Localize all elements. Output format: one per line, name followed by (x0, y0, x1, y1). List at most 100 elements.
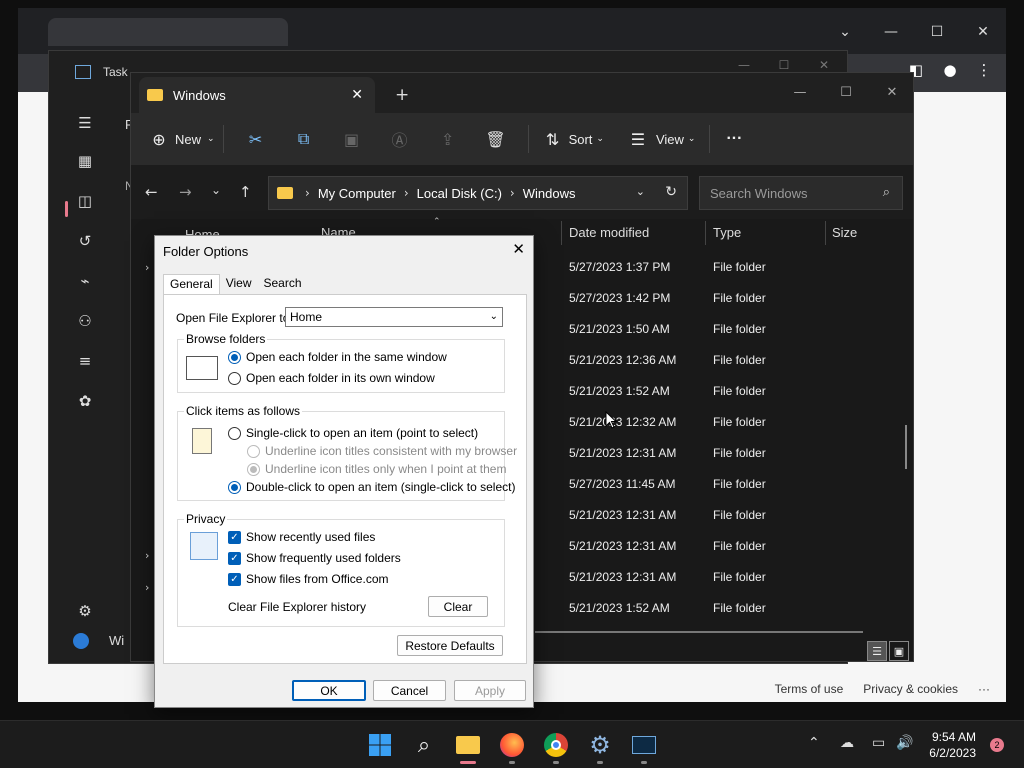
file-row[interactable]: 5/21/2023 12:36 AM File folder (569, 344, 766, 375)
new-button[interactable]: ⊕ New ⌄ (149, 123, 214, 155)
start-button[interactable] (366, 731, 394, 759)
settings-taskbar-button[interactable]: ⚙ (586, 731, 614, 759)
file-explorer-taskbar-button[interactable] (454, 731, 482, 759)
close-icon[interactable]: ✕ (512, 240, 525, 258)
share-icon[interactable]: ⇪ (424, 130, 472, 149)
file-row[interactable]: 5/27/2023 1:42 PM File folder (569, 282, 766, 313)
explorer-tab[interactable]: Windows ✕ (139, 77, 375, 113)
file-row[interactable]: 5/21/2023 1:52 AM File folder (569, 375, 766, 406)
minimize-icon[interactable]: — (868, 16, 914, 48)
file-row[interactable]: 5/21/2023 12:31 AM File folder (569, 530, 766, 561)
privacy-link[interactable]: Privacy & cookies (863, 682, 958, 696)
paste-icon[interactable]: ▣ (328, 130, 376, 149)
maximize-icon[interactable]: ☐ (823, 79, 869, 105)
chrome-taskbar-button[interactable] (542, 731, 570, 759)
more-icon[interactable]: ··· (978, 682, 990, 696)
rename-icon[interactable]: Ⓐ (376, 127, 424, 151)
double-click-radio[interactable]: Double-click to open an item (single-cli… (228, 480, 515, 494)
vertical-scrollbar[interactable] (905, 425, 907, 469)
chevron-down-icon[interactable]: ⌄ (636, 185, 645, 198)
clock[interactable]: 9:54 AM 6/2/2023 (929, 729, 976, 761)
task-manager-taskbar-button[interactable] (630, 731, 658, 759)
cloud-off-icon[interactable]: ☁ (840, 735, 854, 751)
tab-view[interactable]: View (220, 274, 258, 294)
browser-tab[interactable] (48, 18, 288, 46)
file-row[interactable]: 5/21/2023 12:31 AM File folder (569, 561, 766, 592)
underline-point-radio[interactable]: Underline icon titles only when I point … (247, 462, 506, 476)
expand-icon[interactable]: › (145, 261, 149, 274)
own-window-radio[interactable]: Open each folder in its own window (228, 371, 435, 385)
column-header-size[interactable]: Size (832, 225, 857, 240)
recent-files-checkbox[interactable]: ✓ Show recently used files (228, 530, 375, 544)
file-row[interactable]: 5/27/2023 11:45 AM File folder (569, 468, 766, 499)
copy-icon[interactable]: ⧉ (280, 129, 328, 149)
breadcrumb-my-computer[interactable]: My Computer (318, 186, 396, 201)
underline-browser-radio[interactable]: Underline icon titles consistent with my… (247, 444, 517, 458)
breadcrumb-windows[interactable]: Windows (523, 186, 576, 201)
volume-icon[interactable]: 🔊 (896, 735, 913, 751)
settings-icon[interactable]: ⚙ (75, 601, 95, 621)
back-icon[interactable]: ← (145, 183, 158, 201)
forward-icon[interactable]: → (179, 183, 192, 201)
up-icon[interactable]: ↑ (239, 183, 252, 201)
apply-button[interactable]: Apply (454, 680, 526, 701)
services-icon[interactable]: ✿ (75, 391, 95, 411)
clear-button[interactable]: Clear (428, 596, 488, 617)
hamburger-icon[interactable]: ☰ (75, 113, 95, 133)
menu-icon[interactable]: ⋮ (974, 60, 994, 80)
open-to-select[interactable]: Home ⌄ (285, 307, 503, 327)
firefox-taskbar-button[interactable] (498, 731, 526, 759)
new-tab-icon[interactable]: + (395, 85, 409, 105)
chevron-right-icon[interactable]: › (404, 186, 409, 200)
expand-icon[interactable]: › (145, 549, 149, 562)
chevron-right-icon[interactable]: › (305, 186, 310, 200)
notification-badge[interactable]: 2 (990, 738, 1004, 752)
chevron-right-icon[interactable]: › (510, 186, 515, 200)
processes-icon[interactable]: ▦ (75, 151, 95, 171)
cut-icon[interactable]: ✂ (232, 130, 280, 149)
file-row[interactable]: 5/21/2023 1:52 AM File folder (569, 592, 766, 623)
tiles-view-icon[interactable]: ▣ (889, 641, 909, 661)
file-row[interactable]: 5/21/2023 12:31 AM File folder (569, 499, 766, 530)
sort-button[interactable]: ⇅ Sort ⌄ (543, 123, 604, 155)
address-bar[interactable]: › My Computer › Local Disk (C:) › Window… (268, 176, 688, 210)
tab-general[interactable]: General (163, 274, 220, 294)
startup-icon[interactable]: ⌁ (75, 271, 95, 291)
column-header-date[interactable]: Date modified (569, 225, 649, 240)
expand-icon[interactable]: › (145, 581, 149, 594)
history-icon[interactable]: ↺ (75, 231, 95, 251)
horizontal-scrollbar[interactable] (535, 631, 863, 633)
ok-button[interactable]: OK (292, 680, 366, 701)
more-options-icon[interactable]: ··· (726, 123, 742, 155)
cancel-button[interactable]: Cancel (373, 680, 446, 701)
close-icon[interactable]: ✕ (960, 16, 1006, 48)
performance-icon[interactable]: ◫ (75, 191, 95, 211)
terms-link[interactable]: Terms of use (775, 682, 844, 696)
file-row[interactable]: 5/21/2023 12:32 AM File folder (569, 406, 766, 437)
file-row[interactable]: 5/21/2023 1:50 AM File folder (569, 313, 766, 344)
column-divider[interactable] (561, 221, 562, 245)
close-tab-icon[interactable]: ✕ (351, 87, 363, 103)
details-view-icon[interactable]: ☰ (867, 641, 887, 661)
users-icon[interactable]: ⚇ (75, 311, 95, 331)
single-click-radio[interactable]: Single-click to open an item (point to s… (228, 426, 478, 440)
recent-locations-icon[interactable]: ⌄ (211, 183, 221, 197)
chevron-up-icon[interactable]: ⌃ (808, 735, 820, 751)
maximize-icon[interactable]: ☐ (914, 16, 960, 48)
search-icon[interactable]: ⌕ (410, 731, 438, 759)
close-icon[interactable]: ✕ (869, 79, 913, 105)
search-input[interactable]: Search Windows ⌕ (699, 176, 903, 210)
same-window-radio[interactable]: Open each folder in the same window (228, 350, 447, 364)
column-header-type[interactable]: Type (713, 225, 741, 240)
refresh-icon[interactable]: ↻ (665, 184, 677, 200)
restore-defaults-button[interactable]: Restore Defaults (397, 635, 503, 656)
details-icon[interactable]: ≡ (75, 351, 95, 371)
profile-icon[interactable]: ● (940, 60, 960, 80)
tab-search[interactable]: Search (258, 274, 308, 294)
chevron-down-icon[interactable]: ⌄ (822, 16, 868, 48)
network-icon[interactable]: ▭ (872, 735, 885, 751)
breadcrumb-local-disk[interactable]: Local Disk (C:) (417, 186, 502, 201)
file-row[interactable]: 5/21/2023 12:31 AM File folder (569, 437, 766, 468)
column-divider[interactable] (705, 221, 706, 245)
frequent-folders-checkbox[interactable]: ✓ Show frequently used folders (228, 551, 401, 565)
